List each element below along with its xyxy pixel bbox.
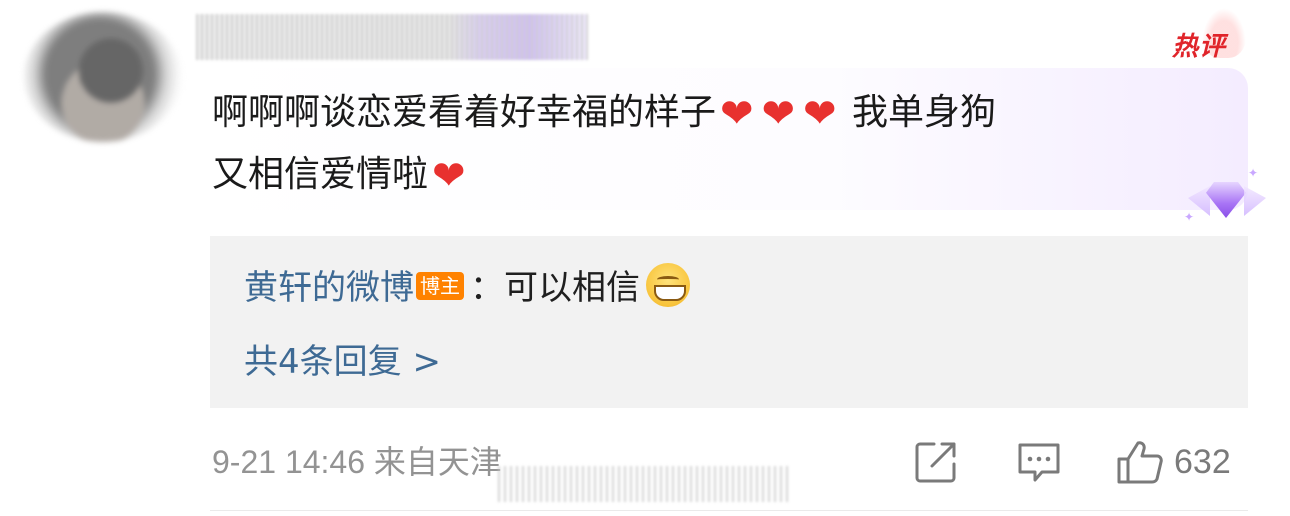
gem-wing-right: [1244, 186, 1266, 216]
reply-username[interactable]: 黄轩的微博: [244, 268, 414, 308]
comment-button[interactable]: [1016, 436, 1062, 488]
like-count: 632: [1174, 442, 1231, 481]
like-icon: [1117, 441, 1163, 484]
reply-text: 可以相信: [504, 268, 640, 308]
comment-text[interactable]: 啊啊啊谈恋爱看着好幸福的样子 ❤ ❤ ❤ 我单身狗 又相信爱情啦 ❤: [212, 82, 1232, 206]
share-icon: [915, 442, 956, 483]
heart-emoji: ❤: [432, 153, 466, 199]
comment-meta: 9-21 14:46 来自天津: [212, 440, 502, 484]
comment-location: 来自天津: [373, 444, 502, 480]
comment-text-part: 我单身狗: [852, 92, 997, 133]
like-button[interactable]: 632: [1116, 436, 1231, 488]
comment-line-2: 又相信爱情啦 ❤: [212, 144, 1232, 206]
hot-comment-badge: 热评: [1168, 8, 1248, 64]
heart-emoji: ❤: [803, 91, 837, 137]
gem-diamond: [1206, 182, 1246, 218]
comment-icon: [1018, 443, 1060, 482]
comment-text-part: 又相信爱情啦: [212, 154, 429, 195]
sparkle-icon: ✦: [1184, 210, 1195, 224]
more-replies-link[interactable]: 共4条回复 >: [244, 338, 441, 386]
meta-blurred: [498, 466, 788, 502]
username-blurred[interactable]: [196, 14, 588, 60]
gem-badge-icon: ✦ ✦: [1184, 166, 1266, 230]
heart-emoji: ❤: [761, 91, 796, 137]
share-button[interactable]: [914, 436, 958, 488]
comment-datetime: 9-21 14:46: [212, 444, 366, 480]
grin-emoji: [646, 263, 690, 307]
divider: [210, 510, 1248, 511]
hot-badge-label: 热评: [1172, 32, 1227, 62]
heart-emoji: ❤: [720, 91, 754, 137]
blogger-badge: 博主: [416, 272, 464, 300]
reply-separator: ：: [470, 268, 504, 308]
reply-line[interactable]: 黄轩的微博 博主 ：可以相信: [244, 262, 690, 314]
avatar[interactable]: [24, 12, 182, 142]
comment-line-1: 啊啊啊谈恋爱看着好幸福的样子 ❤ ❤ ❤ 我单身狗: [212, 82, 1232, 144]
sparkle-icon: ✦: [1248, 166, 1259, 180]
comment-text-part: 啊啊啊谈恋爱看着好幸福的样子: [212, 92, 717, 133]
